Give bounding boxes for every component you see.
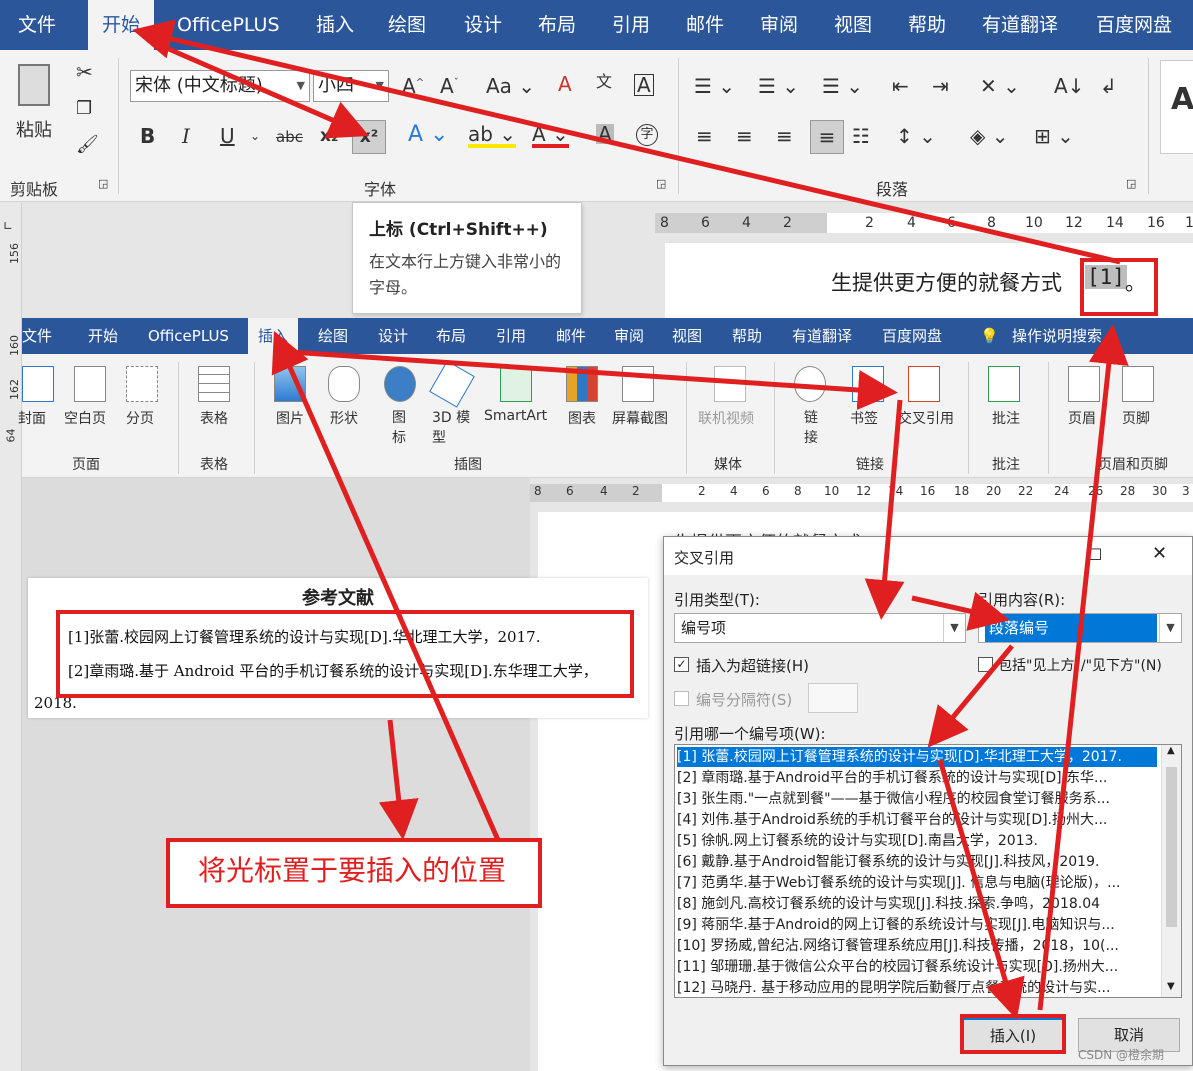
- arrow-xref-to-reftype: [864, 399, 905, 620]
- arrow-ref-to-callout: [378, 719, 419, 840]
- watermark: CSDN @橙余期: [1078, 1048, 1165, 1062]
- arrow-reftype-to-content: [911, 591, 1010, 631]
- arrow-content-to-list: [927, 644, 1014, 748]
- arrow-to-superscript: [147, 37, 370, 139]
- arrow-insert-to-xref: [289, 349, 898, 410]
- arrow-home-to-citation: [132, 19, 1121, 265]
- annotation-arrows: [132, 19, 1129, 1020]
- arrow-list-to-insert: [937, 759, 1025, 1020]
- arrow-doc-to-insert-tab: [271, 330, 501, 842]
- arrow-insert-to-citation: [1037, 324, 1129, 1011]
